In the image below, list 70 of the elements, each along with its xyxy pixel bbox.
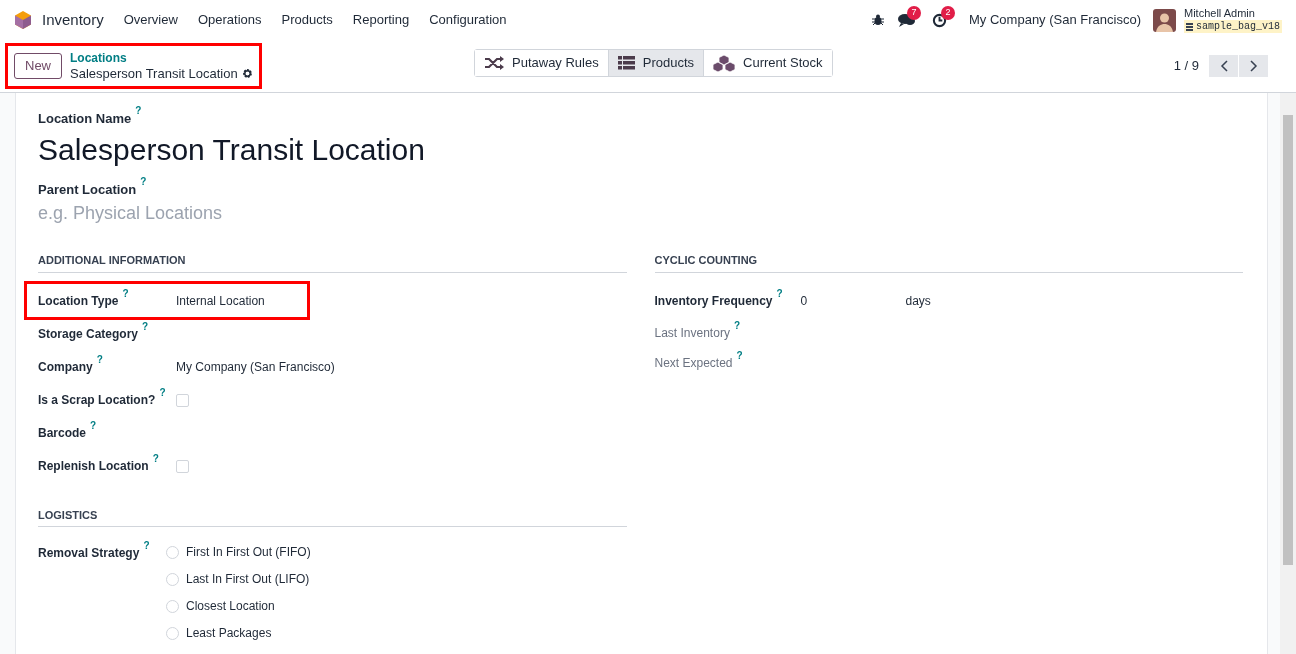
chevron-right-icon <box>1249 60 1258 72</box>
field-label: Last Inventory <box>654 324 730 342</box>
parent-location-field[interactable]: e.g. Physical Locations <box>38 200 598 226</box>
smart-button[interactable]: Current Stock <box>703 50 832 76</box>
name-field[interactable]: Salesperson Transit Location <box>38 131 1243 168</box>
field-label: Removal Strategy <box>38 545 140 562</box>
field-value[interactable]: Internal Location <box>176 292 265 310</box>
help-tooltip-icon[interactable]: ? <box>159 388 166 398</box>
help-tooltip-icon[interactable]: ? <box>142 322 149 332</box>
help-tooltip-icon[interactable]: ? <box>90 421 97 431</box>
app-logo-icon[interactable] <box>14 10 32 30</box>
new-button[interactable]: New <box>14 53 62 79</box>
count-badge: 2 <box>941 5 956 20</box>
option-label[interactable]: Last In First Out (LIFO) <box>186 570 310 588</box>
section-title: CYCLIC COUNTING <box>654 252 1243 273</box>
boxes-icon <box>713 54 736 72</box>
field-label: Is a Scrap Location? <box>38 392 156 409</box>
database-badge: sample_bag_v18 <box>1184 20 1282 33</box>
number-field[interactable]: 0 <box>800 292 906 310</box>
help-tooltip-icon[interactable]: ? <box>140 176 147 187</box>
help-tooltip-icon[interactable]: ? <box>143 541 150 551</box>
field-label: Storage Category <box>38 326 139 343</box>
help-tooltip-icon[interactable]: ? <box>152 454 159 464</box>
section-title: LOGISTICS <box>38 506 627 527</box>
checkbox[interactable] <box>176 459 189 473</box>
shuffle-icon <box>484 56 504 70</box>
menu-item[interactable]: Operations <box>197 10 262 30</box>
option-label[interactable]: First In First Out (FIFO) <box>186 543 311 561</box>
smart-button[interactable]: Products <box>607 50 704 76</box>
field-label: Replenish Location <box>38 458 149 475</box>
help-tooltip-icon[interactable]: ? <box>736 350 743 361</box>
field-label: Location Type <box>38 293 119 310</box>
field-label: Company <box>38 359 93 376</box>
list-icon <box>617 56 635 70</box>
avatar-icon[interactable] <box>1153 8 1176 32</box>
option-label[interactable]: Least Packages <box>186 624 272 642</box>
checkbox[interactable] <box>176 393 189 407</box>
count-badge: 7 <box>907 6 922 20</box>
clock-icon[interactable] <box>932 12 948 28</box>
next-button[interactable] <box>1239 55 1268 77</box>
section-title: ADDITIONAL INFORMATION <box>38 252 627 273</box>
field-label: Next Expected <box>654 354 733 372</box>
field-label: Barcode <box>38 425 87 442</box>
field-value[interactable]: My Company (San Francisco) <box>176 358 335 376</box>
bug-icon[interactable] <box>872 14 885 26</box>
option-label[interactable]: Closest Location <box>186 597 275 615</box>
field-label: Inventory Frequency <box>654 293 773 310</box>
help-tooltip-icon[interactable]: ? <box>96 355 103 365</box>
breadcrumb-current: Salesperson Transit Location <box>70 66 238 81</box>
field-label: Parent Location <box>38 180 137 199</box>
company-switcher[interactable]: My Company (San Francisco) <box>969 10 1141 30</box>
settings-icon[interactable] <box>241 68 253 79</box>
scrollbar-thumb[interactable] <box>1283 115 1293 565</box>
menu-item[interactable]: Overview <box>123 10 178 30</box>
help-tooltip-icon[interactable]: ? <box>135 106 142 116</box>
chevron-left-icon <box>1219 60 1228 72</box>
help-tooltip-icon[interactable]: ? <box>733 320 740 331</box>
pager-value: 1 / 9 <box>1173 57 1199 76</box>
unit-label: days <box>905 293 931 310</box>
help-tooltip-icon[interactable]: ? <box>122 289 129 299</box>
menu-item[interactable]: Products <box>281 10 333 30</box>
field-label: Location Name <box>38 110 132 128</box>
menu-item[interactable]: Reporting <box>352 10 410 30</box>
app-name-link[interactable]: Inventory <box>42 8 104 32</box>
user-name[interactable]: Mitchell Admin <box>1184 7 1282 20</box>
help-tooltip-icon[interactable]: ? <box>776 289 783 299</box>
breadcrumb-link[interactable]: Locations <box>70 51 253 66</box>
previous-button[interactable] <box>1209 55 1238 77</box>
menu-item[interactable]: Configuration <box>429 10 507 30</box>
database-icon <box>1186 22 1193 31</box>
